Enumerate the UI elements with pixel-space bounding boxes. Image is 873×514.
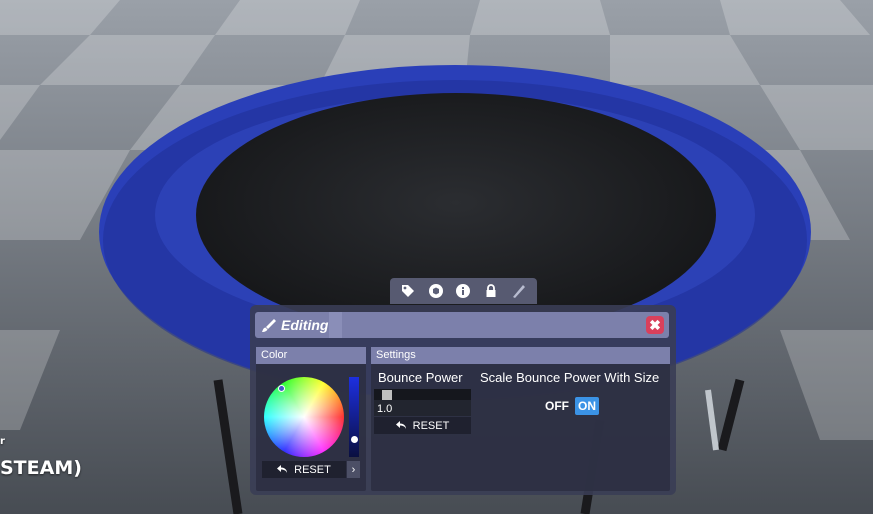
tool-icon-bar bbox=[390, 278, 537, 304]
brush-icon bbox=[262, 319, 276, 332]
title-tab bbox=[329, 312, 342, 338]
color-reset-label: RESET bbox=[294, 463, 331, 476]
lock-icon[interactable] bbox=[481, 281, 501, 301]
pen-icon[interactable] bbox=[509, 281, 529, 301]
bounce-reset-button[interactable]: RESET bbox=[374, 417, 471, 434]
brightness-slider-knob[interactable] bbox=[351, 436, 358, 443]
info-icon[interactable] bbox=[453, 281, 473, 301]
scale-bounce-toggle[interactable]: OFF ON bbox=[545, 397, 599, 415]
hud-steam-label: STEAM) bbox=[0, 457, 82, 479]
hud-small-text: r bbox=[0, 436, 5, 447]
toggle-on-option[interactable]: ON bbox=[575, 397, 599, 415]
undo-icon bbox=[395, 421, 406, 429]
scale-bounce-label: Scale Bounce Power With Size bbox=[480, 370, 660, 385]
color-wheel-marker[interactable] bbox=[278, 385, 285, 392]
window-title: Editing bbox=[281, 317, 329, 333]
editing-window: Editing ✖ Color RESET › Settings Bounce … bbox=[250, 305, 676, 495]
color-panel-header: Color bbox=[256, 347, 366, 364]
close-button[interactable]: ✖ bbox=[646, 316, 664, 334]
bounce-power-slider[interactable]: 1.0 bbox=[374, 389, 471, 416]
color-reset-button[interactable]: RESET bbox=[262, 461, 346, 478]
bounce-reset-label: RESET bbox=[412, 419, 450, 432]
tag-icon[interactable] bbox=[398, 281, 418, 301]
color-panel: Color RESET › bbox=[256, 347, 366, 491]
color-wheel[interactable] bbox=[264, 377, 344, 457]
bounce-power-thumb[interactable] bbox=[382, 390, 392, 400]
toggle-off-option[interactable]: OFF bbox=[545, 399, 569, 413]
settings-panel-header: Settings bbox=[371, 347, 670, 364]
chevron-right-icon[interactable]: › bbox=[347, 461, 360, 478]
settings-panel: Settings Bounce Power 1.0 RESET Scale Bo… bbox=[371, 347, 670, 491]
window-titlebar[interactable]: Editing ✖ bbox=[255, 312, 669, 338]
box-icon[interactable] bbox=[426, 281, 446, 301]
bounce-power-value[interactable]: 1.0 bbox=[377, 403, 392, 415]
brightness-slider[interactable] bbox=[349, 377, 359, 457]
bounce-power-label: Bounce Power bbox=[378, 370, 463, 385]
undo-icon bbox=[277, 465, 288, 473]
